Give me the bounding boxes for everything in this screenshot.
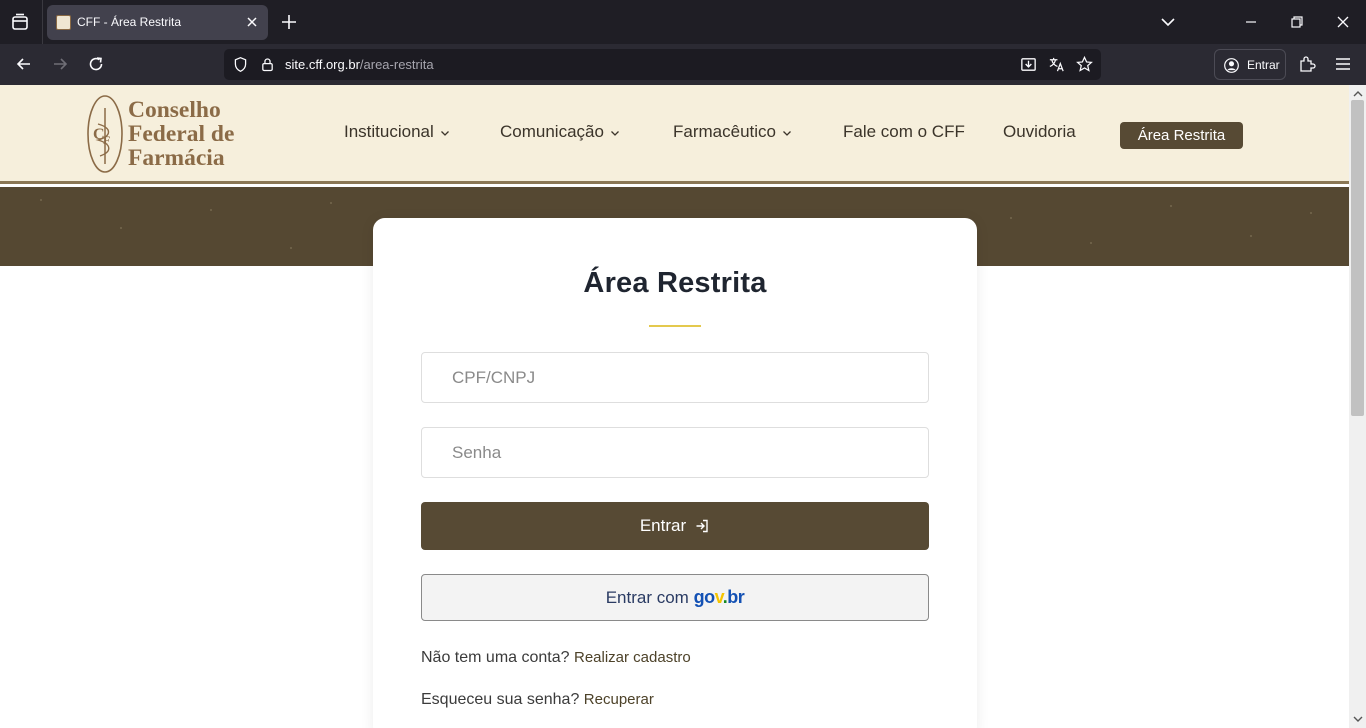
submit-label: Entrar (639, 516, 687, 535)
close-window-icon[interactable] (1334, 13, 1352, 31)
register-link[interactable]: Realizar cadastro (574, 649, 691, 666)
logo-line-1: Conselho (128, 97, 221, 123)
translate-icon[interactable] (1047, 55, 1066, 74)
logo-wordmark: Conselho Federal de Farmácia (128, 98, 234, 170)
browser-nav-bar: site.cff.org.br/area-restrita Entrar (0, 44, 1366, 85)
menu-fale-label: Fale com o CFF (843, 122, 965, 141)
banner-texture (1090, 242, 1092, 244)
logo-line-2: Federal de (128, 121, 235, 147)
restore-icon[interactable] (1288, 13, 1306, 31)
account-icon (1224, 58, 1239, 73)
sign-in-icon (696, 519, 708, 532)
banner-texture (120, 227, 122, 229)
banner-texture (1250, 235, 1252, 237)
browser-tab-bar: CFF - Área Restrita (0, 0, 1366, 44)
back-arrow-icon[interactable] (14, 54, 34, 74)
chevron-down-icon (783, 130, 791, 136)
menu-comunicacao[interactable]: Comunicação (500, 122, 620, 142)
page-title: Área Restrita (583, 267, 767, 299)
password-input[interactable] (421, 427, 929, 478)
scrollbar-thumb[interactable] (1351, 100, 1364, 416)
site-favicon-icon (56, 15, 71, 30)
menu-comunicacao-label: Comunicação (500, 122, 604, 141)
menu-farmaceutico[interactable]: Farmacêutico (673, 122, 792, 142)
logo-line-3: Farmácia (128, 145, 225, 171)
menu-ouvidoria-label: Ouvidoria (1003, 122, 1076, 141)
extensions-puzzle-icon[interactable] (1297, 54, 1317, 74)
login-govbr-button[interactable]: Entrar com gov.br (421, 574, 929, 621)
install-page-icon[interactable] (1019, 55, 1038, 74)
url-path: /area-restrita (359, 57, 434, 72)
login-submit-button[interactable]: Entrar (421, 502, 929, 550)
new-tab-icon[interactable] (280, 13, 298, 31)
tab-separator (42, 0, 43, 44)
menu-fale-com-o-cff[interactable]: Fale com o CFF (843, 122, 965, 142)
forward-arrow-icon[interactable] (50, 54, 70, 74)
title-divider (649, 325, 701, 327)
menu-institucional[interactable]: Institucional (344, 122, 450, 142)
register-row: Não tem uma conta? Realizar cadastro (421, 649, 691, 667)
account-signin-button[interactable]: Entrar (1214, 49, 1286, 80)
svg-text:F: F (103, 133, 110, 147)
lock-icon[interactable] (259, 56, 276, 73)
menu-institucional-label: Institucional (344, 122, 434, 141)
chevron-down-icon (440, 130, 449, 136)
cpf-cnpj-input[interactable] (421, 352, 929, 403)
scroll-down-arrow-icon[interactable] (1353, 714, 1363, 724)
chevron-down-icon (610, 130, 619, 136)
hamburger-menu-icon[interactable] (1333, 54, 1353, 74)
active-tab[interactable]: CFF - Área Restrita (47, 5, 268, 40)
shield-icon[interactable] (232, 56, 249, 73)
site-header: C F Conselho Federal de Farmácia Institu… (0, 85, 1349, 184)
tab-list-icon[interactable] (8, 10, 32, 34)
caduceus-emblem-icon: C F (87, 95, 123, 173)
url-host: site.cff.org.br (285, 57, 360, 72)
scroll-up-arrow-icon[interactable] (1353, 89, 1363, 99)
signin-label: Entrar (1247, 58, 1280, 72)
forgot-password-text: Esqueceu sua senha? (421, 691, 580, 708)
address-bar[interactable]: site.cff.org.br/area-restrita (224, 49, 1101, 80)
url-text[interactable]: site.cff.org.br/area-restrita (285, 57, 434, 72)
banner-texture (1310, 212, 1312, 214)
banner-texture (290, 247, 292, 249)
cff-logo[interactable]: C F Conselho Federal de Farmácia (86, 94, 256, 176)
area-restrita-button[interactable]: Área Restrita (1120, 122, 1243, 149)
minimize-icon[interactable] (1242, 13, 1260, 31)
login-card: Área Restrita Entrar Entrar com gov.br N… (373, 218, 977, 728)
govbr-prefix: Entrar com (605, 588, 689, 607)
close-tab-icon[interactable] (244, 14, 260, 30)
list-all-tabs-chevron-icon[interactable] (1159, 13, 1177, 31)
recover-row: Esqueceu sua senha? Recuperar (421, 691, 654, 709)
govbr-logo: gov.br (693, 587, 745, 607)
banner-texture (40, 199, 42, 201)
tab-title: CFF - Área Restrita (77, 15, 182, 29)
reload-icon[interactable] (86, 54, 106, 74)
banner-texture (330, 202, 332, 204)
recover-link[interactable]: Recuperar (584, 691, 654, 708)
banner-texture (1170, 205, 1172, 207)
banner-texture (1010, 217, 1012, 219)
menu-farmaceutico-label: Farmacêutico (673, 122, 776, 141)
banner-texture (210, 209, 212, 211)
menu-ouvidoria[interactable]: Ouvidoria (1003, 122, 1076, 142)
no-account-text: Não tem uma conta? (421, 649, 570, 666)
bookmark-star-icon[interactable] (1075, 55, 1094, 74)
